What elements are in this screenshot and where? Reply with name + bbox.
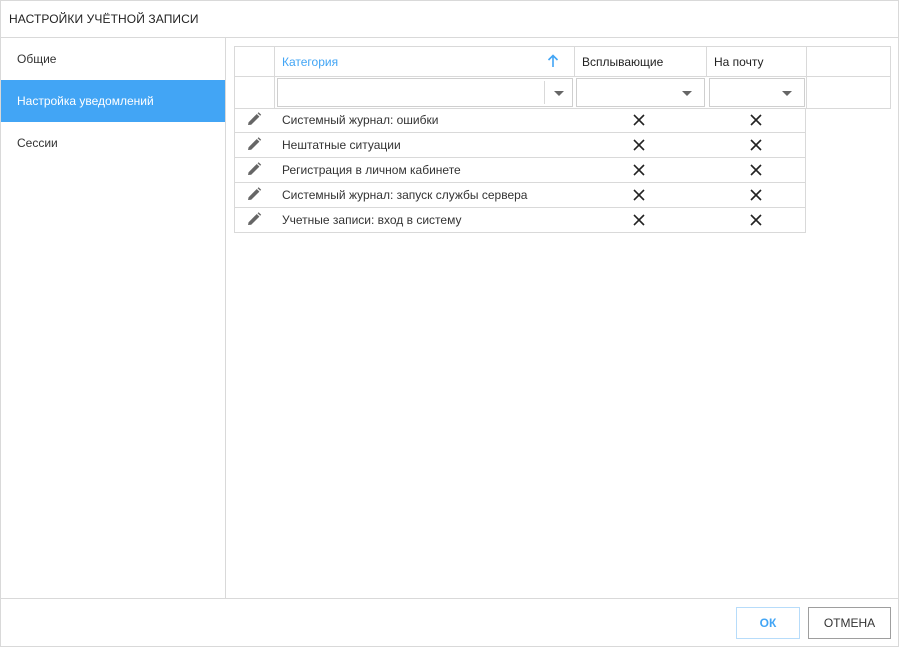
category-cell: Учетные записи: вход в систему: [282, 213, 462, 227]
table-row[interactable]: Системный журнал: ошибки: [234, 108, 806, 133]
notifications-panel: Категория Всплывающие На почту Системный…: [226, 38, 898, 598]
sidebar-item-general[interactable]: Общие: [1, 38, 225, 80]
table-row[interactable]: Учетные записи: вход в систему: [234, 208, 806, 233]
pencil-icon[interactable]: [245, 137, 263, 153]
column-header-popup[interactable]: Всплывающие: [575, 47, 707, 76]
grid-body: Системный журнал: ошибки Нештатные ситуа…: [234, 108, 806, 233]
settings-sidebar: Общие Настройка уведомлений Сессии: [1, 38, 226, 598]
close-icon[interactable]: [632, 213, 646, 227]
sidebar-item-label: Сессии: [17, 136, 58, 150]
filter-row: [235, 76, 890, 109]
close-icon[interactable]: [632, 188, 646, 202]
column-header-label: На почту: [714, 54, 764, 69]
close-icon[interactable]: [749, 138, 763, 152]
table-row[interactable]: Системный журнал: запуск службы сервера: [234, 183, 806, 208]
close-icon[interactable]: [632, 113, 646, 127]
close-icon[interactable]: [749, 213, 763, 227]
sidebar-item-notifications[interactable]: Настройка уведомлений: [1, 80, 225, 122]
grid-header: Категория Всплывающие На почту: [234, 46, 891, 109]
column-header-label: Категория: [282, 54, 339, 69]
category-cell: Нештатные ситуации: [282, 138, 401, 152]
pencil-icon[interactable]: [245, 212, 263, 228]
pencil-icon[interactable]: [245, 162, 263, 178]
category-cell: Системный журнал: ошибки: [282, 113, 439, 127]
sidebar-item-label: Общие: [17, 52, 57, 66]
close-icon[interactable]: [749, 163, 763, 177]
cancel-button[interactable]: ОТМЕНА: [808, 607, 891, 639]
close-icon[interactable]: [749, 188, 763, 202]
close-icon[interactable]: [632, 163, 646, 177]
header-edit-column: [235, 47, 275, 76]
column-header-category[interactable]: Категория: [275, 47, 575, 76]
sidebar-item-sessions[interactable]: Сессии: [1, 122, 225, 164]
table-row[interactable]: Регистрация в личном кабинете: [234, 158, 806, 183]
table-row[interactable]: Нештатные ситуации: [234, 133, 806, 158]
category-cell: Регистрация в личном кабинете: [282, 163, 461, 177]
sidebar-item-label: Настройка уведомлений: [17, 94, 154, 108]
dialog-title: НАСТРОЙКИ УЧЁТНОЙ ЗАПИСИ: [1, 1, 898, 38]
pencil-icon[interactable]: [245, 187, 263, 203]
dialog-footer: ОК ОТМЕНА: [1, 598, 898, 646]
account-settings-dialog: НАСТРОЙКИ УЧЁТНОЙ ЗАПИСИ Общие Настройка…: [0, 0, 899, 647]
column-header-email[interactable]: На почту: [707, 47, 807, 76]
ok-button[interactable]: ОК: [736, 607, 800, 639]
close-icon[interactable]: [749, 113, 763, 127]
close-icon[interactable]: [632, 138, 646, 152]
column-header-label: Всплывающие: [582, 54, 664, 69]
category-cell: Системный журнал: запуск службы сервера: [282, 188, 528, 202]
pencil-icon[interactable]: [245, 112, 263, 128]
arrow-up-icon[interactable]: [546, 54, 560, 68]
